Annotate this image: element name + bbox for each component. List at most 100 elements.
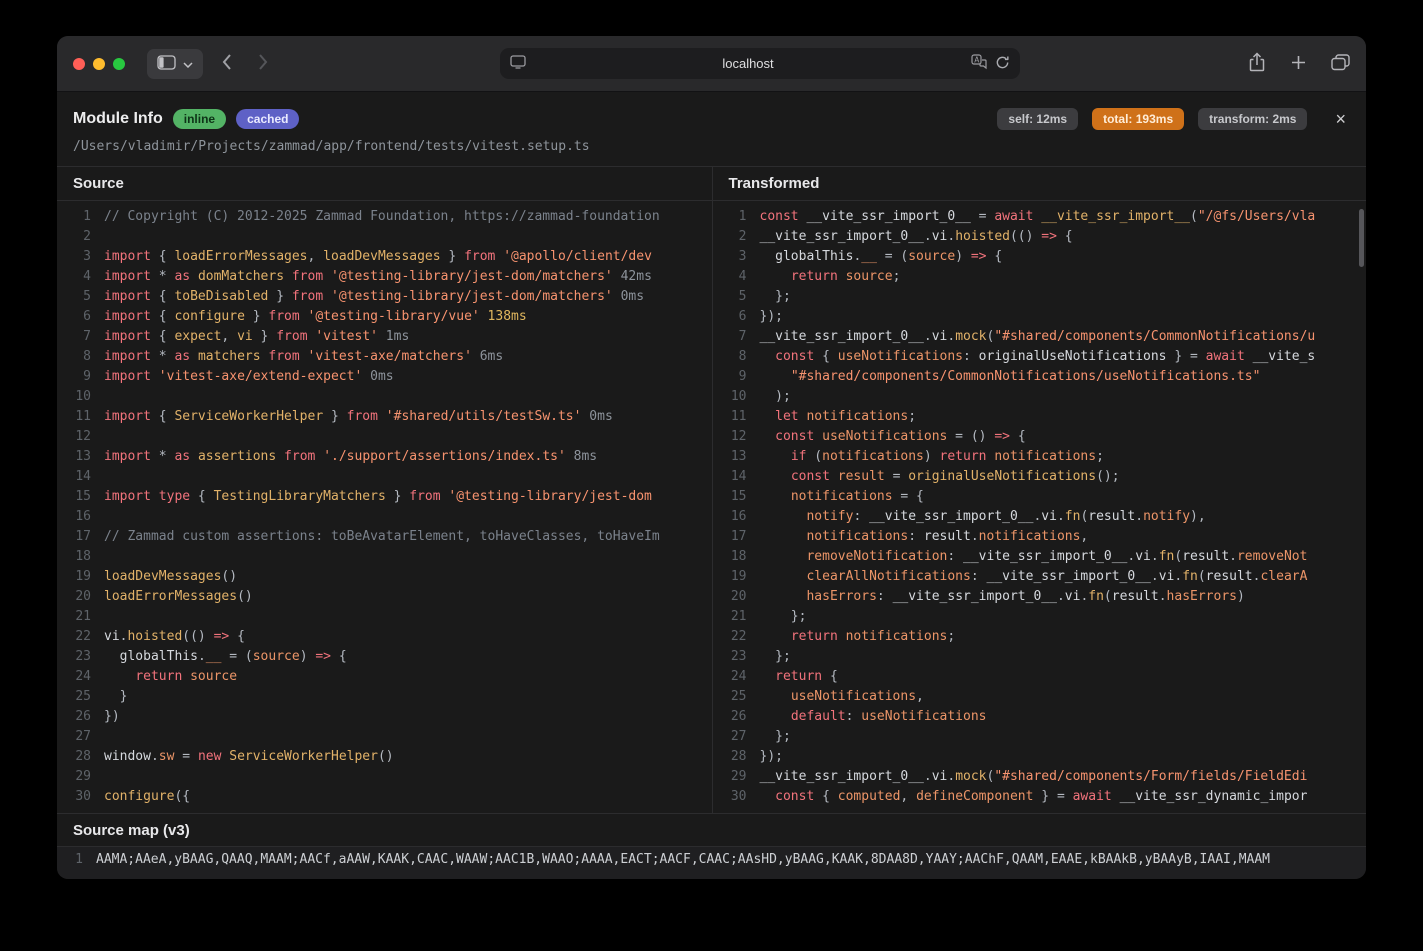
code-text: }); [760, 747, 783, 767]
code-line: 19 clearAllNotifications: __vite_ssr_imp… [721, 567, 1367, 587]
code-line: 21 }; [721, 607, 1367, 627]
line-number: 7 [721, 327, 747, 347]
timing-badges: self: 12ms total: 193ms transform: 2ms [997, 108, 1307, 130]
code-text: return notifications; [760, 627, 956, 647]
share-button[interactable] [1248, 52, 1266, 76]
close-window-button[interactable] [73, 58, 85, 70]
code-text: import { expect, vi } from 'vitest' 1ms [104, 327, 409, 347]
code-line: 4import * as domMatchers from '@testing-… [65, 267, 712, 287]
module-info-title-row: Module Info inline cached self: 12ms tot… [73, 108, 1348, 130]
code-line: 20 hasErrors: __vite_ssr_import_0__.vi.f… [721, 587, 1367, 607]
transformed-panel-title: Transformed [712, 167, 1367, 200]
url-text[interactable]: localhost [534, 56, 963, 71]
code-text: if (notifications) return notifications; [760, 447, 1104, 467]
line-number: 16 [721, 507, 747, 527]
sidebar-icon [157, 55, 176, 73]
code-text: const __vite_ssr_import_0__ = await __vi… [760, 207, 1316, 227]
share-icon [1248, 52, 1266, 76]
line-number: 27 [721, 727, 747, 747]
line-number: 2 [721, 227, 747, 247]
code-line: 7 __vite_ssr_import_0__.vi.mock("#shared/… [721, 327, 1367, 347]
line-number: 21 [721, 607, 747, 627]
reload-button[interactable] [995, 55, 1010, 73]
code-text: notify: __vite_ssr_import_0__.vi.fn(resu… [760, 507, 1206, 527]
code-line: 10 ); [721, 387, 1367, 407]
line-number: 5 [721, 287, 747, 307]
line-number: 28 [65, 747, 91, 767]
line-number: 26 [721, 707, 747, 727]
sidebar-toggle-button[interactable] [147, 49, 203, 79]
line-number: 28 [721, 747, 747, 767]
line-number: 1 [57, 851, 83, 869]
line-number: 29 [65, 767, 91, 787]
line-number: 14 [721, 467, 747, 487]
line-number: 11 [65, 407, 91, 427]
code-text: return source; [760, 267, 901, 287]
code-line: 10 [65, 387, 712, 407]
source-panel: 1// Copyright (C) 2012-2025 Zammad Found… [57, 201, 712, 813]
code-region: 1// Copyright (C) 2012-2025 Zammad Found… [57, 201, 1366, 813]
line-number: 8 [65, 347, 91, 367]
tab-overview-button[interactable] [1331, 54, 1350, 74]
forward-button[interactable] [250, 51, 277, 76]
line-number: 10 [721, 387, 747, 407]
line-number: 15 [65, 487, 91, 507]
window-controls [73, 58, 125, 70]
code-line: 2 [65, 227, 712, 247]
translate-button[interactable]: A [971, 54, 987, 73]
module-inspector-page: Module Info inline cached self: 12ms tot… [57, 92, 1366, 879]
line-number: 25 [721, 687, 747, 707]
code-line: 16 notify: __vite_ssr_import_0__.vi.fn(r… [721, 507, 1367, 527]
back-button[interactable] [213, 51, 240, 76]
line-number: 15 [721, 487, 747, 507]
line-number: 30 [65, 787, 91, 807]
code-line: 12 [65, 427, 712, 447]
code-text: __vite_ssr_import_0__.vi.mock("#shared/c… [760, 327, 1316, 347]
code-line: 28window.sw = new ServiceWorkerHelper() [65, 747, 712, 767]
code-text: default: useNotifications [760, 707, 987, 727]
code-line: 8import * as matchers from 'vitest-axe/m… [65, 347, 712, 367]
code-line: 15import type { TestingLibraryMatchers }… [65, 487, 712, 507]
minimize-window-button[interactable] [93, 58, 105, 70]
chevron-right-icon [258, 53, 269, 74]
code-line: 22 return notifications; [721, 627, 1367, 647]
code-line: 1const __vite_ssr_import_0__ = await __v… [721, 207, 1367, 227]
line-number: 21 [65, 607, 91, 627]
page-settings-button[interactable] [510, 55, 526, 72]
code-text: // Zammad custom assertions: toBeAvatarE… [104, 527, 660, 547]
new-tab-button[interactable] [1290, 54, 1307, 74]
zoom-window-button[interactable] [113, 58, 125, 70]
line-number: 27 [65, 727, 91, 747]
line-number: 26 [65, 707, 91, 727]
code-line: 9 "#shared/components/CommonNotification… [721, 367, 1367, 387]
line-number: 29 [721, 767, 747, 787]
panel-headers: Source Transformed [57, 166, 1366, 201]
code-text: notifications: result.notifications, [760, 527, 1089, 547]
code-text: }; [760, 647, 791, 667]
code-text: __vite_ssr_import_0__.vi.hoisted(() => { [760, 227, 1073, 247]
svg-text:A: A [974, 55, 980, 64]
address-bar[interactable]: localhost A [500, 48, 1020, 79]
browser-window: localhost A [57, 36, 1366, 879]
vertical-scrollbar[interactable] [1359, 209, 1364, 267]
code-text: const useNotifications = () => { [760, 427, 1026, 447]
line-number: 1 [65, 207, 91, 227]
line-number: 19 [721, 567, 747, 587]
close-button[interactable]: × [1333, 110, 1348, 128]
sourcemap-title: Source map (v3) [57, 813, 1366, 846]
code-line: 29 [65, 767, 712, 787]
code-line: 18 [65, 547, 712, 567]
code-line: 20loadErrorMessages() [65, 587, 712, 607]
line-number: 4 [65, 267, 91, 287]
line-number: 30 [721, 787, 747, 807]
code-line: 21 [65, 607, 712, 627]
translate-icon: A [971, 54, 987, 73]
timing-badge-transform: transform: 2ms [1198, 108, 1307, 130]
line-number: 7 [65, 327, 91, 347]
line-number: 11 [721, 407, 747, 427]
line-number: 13 [65, 447, 91, 467]
line-number: 3 [65, 247, 91, 267]
line-number: 4 [721, 267, 747, 287]
code-line: 25 useNotifications, [721, 687, 1367, 707]
code-text: const { useNotifications: originalUseNot… [760, 347, 1316, 367]
